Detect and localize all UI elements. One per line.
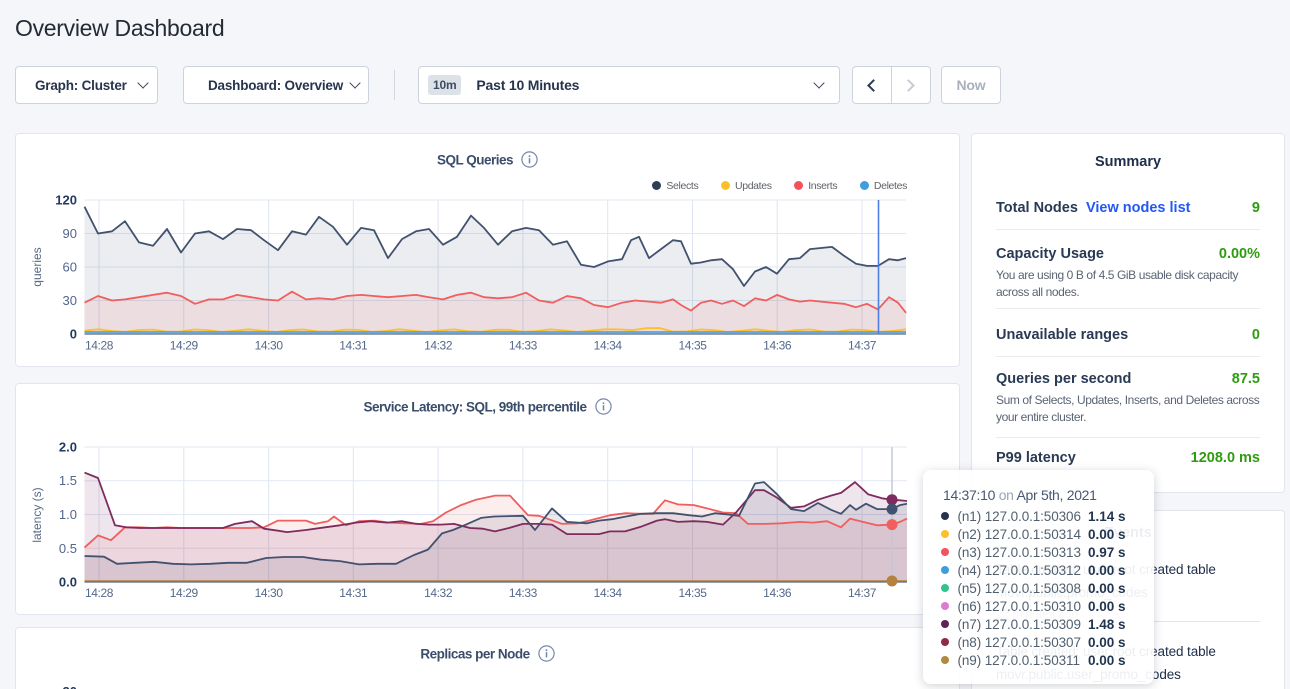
svg-text:14:32: 14:32 (424, 339, 453, 353)
svg-text:14:32: 14:32 (424, 586, 453, 600)
svg-text:0.0: 0.0 (59, 575, 77, 590)
svg-text:14:30: 14:30 (255, 586, 284, 600)
svg-text:30: 30 (63, 293, 77, 308)
svg-text:14:30: 14:30 (255, 339, 284, 353)
svg-text:0.5: 0.5 (59, 541, 77, 556)
svg-text:14:29: 14:29 (170, 586, 199, 600)
svg-text:14:36: 14:36 (763, 339, 792, 353)
svg-text:queries: queries (30, 247, 44, 286)
svg-text:90: 90 (63, 226, 77, 241)
svg-text:14:28: 14:28 (85, 586, 114, 600)
svg-text:14:33: 14:33 (509, 586, 538, 600)
svg-text:14:28: 14:28 (85, 339, 114, 353)
svg-text:1.5: 1.5 (59, 473, 77, 488)
svg-text:14:37: 14:37 (848, 339, 877, 353)
svg-text:14:37: 14:37 (848, 586, 877, 600)
svg-text:14:34: 14:34 (594, 339, 623, 353)
svg-text:latency (s): latency (s) (30, 487, 44, 542)
svg-text:14:31: 14:31 (339, 586, 368, 600)
svg-text:14:36: 14:36 (763, 586, 792, 600)
svg-text:2.0: 2.0 (59, 440, 77, 455)
svg-text:14:29: 14:29 (170, 339, 199, 353)
svg-text:14:31: 14:31 (339, 339, 368, 353)
svg-text:14:35: 14:35 (678, 586, 707, 600)
svg-text:14:33: 14:33 (509, 339, 538, 353)
svg-text:14:35: 14:35 (678, 339, 707, 353)
svg-text:14:34: 14:34 (594, 586, 623, 600)
svg-text:120: 120 (55, 193, 77, 208)
svg-text:60: 60 (63, 260, 77, 275)
svg-text:0: 0 (70, 327, 77, 342)
svg-text:1.0: 1.0 (59, 507, 77, 522)
